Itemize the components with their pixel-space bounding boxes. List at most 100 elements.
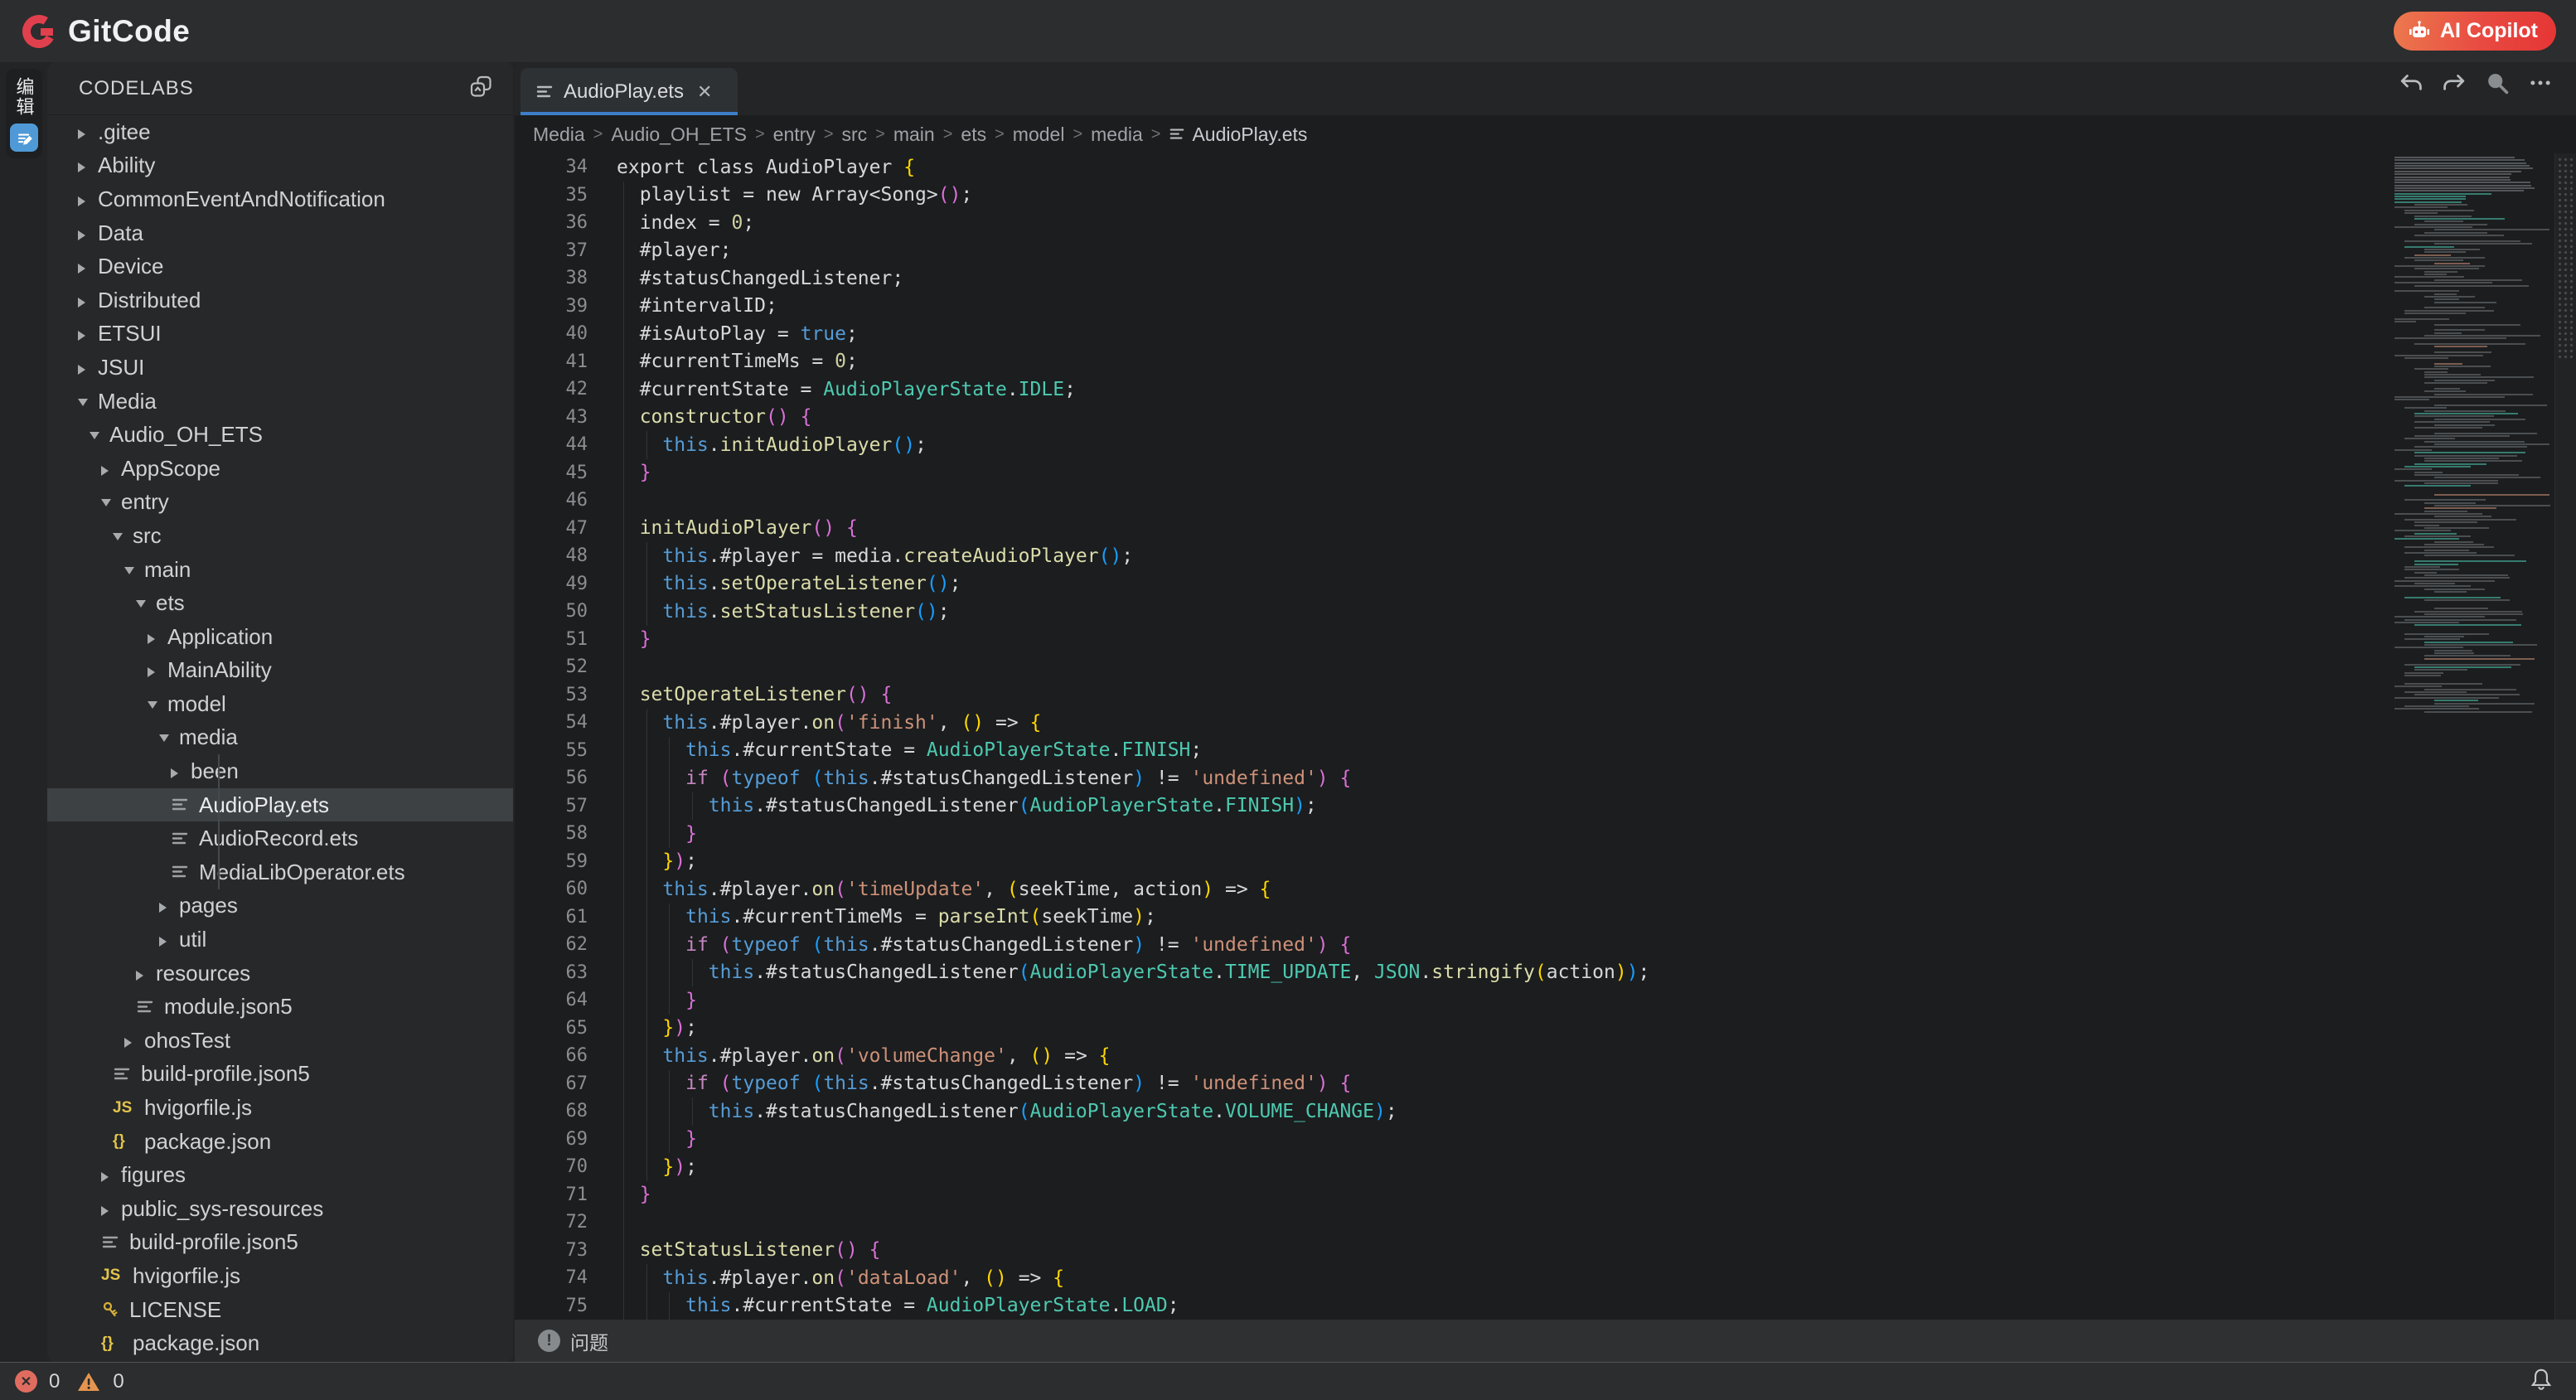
breadcrumb-item[interactable]: main	[893, 124, 935, 146]
tree-folder-src[interactable]: src	[47, 519, 513, 553]
chevron-collapsed-icon[interactable]	[78, 355, 98, 380]
code-line-47[interactable]: 47initAudioPlayer() {	[515, 515, 2576, 543]
code-line-46[interactable]: 46	[515, 487, 2576, 515]
code-line-44[interactable]: 44this.initAudioPlayer();	[515, 431, 2576, 459]
code-line-40[interactable]: 40#isAutoPlay = true;	[515, 320, 2576, 348]
chevron-collapsed-icon[interactable]	[148, 624, 167, 650]
chevron-collapsed-icon[interactable]	[101, 1196, 121, 1222]
tree-folder-util[interactable]: util	[47, 923, 513, 957]
chevron-collapsed-icon[interactable]	[101, 1162, 121, 1188]
chevron-collapsed-icon[interactable]	[148, 657, 167, 683]
code-line-38[interactable]: 38#statusChangedListener;	[515, 264, 2576, 293]
chevron-collapsed-icon[interactable]	[171, 758, 191, 784]
tree-folder-Ability[interactable]: Ability	[47, 149, 513, 183]
code-line-54[interactable]: 54this.#player.on('finish', () => {	[515, 709, 2576, 737]
code-line-69[interactable]: 69}	[515, 1126, 2576, 1154]
redo-button[interactable]	[2440, 69, 2468, 97]
tree-folder-ets[interactable]: ets	[47, 586, 513, 620]
chevron-expanded-icon[interactable]	[113, 523, 133, 549]
tree-folder-ETSUI[interactable]: ETSUI	[47, 317, 513, 351]
minimap[interactable]	[2388, 157, 2554, 1320]
tree-file-MediaLibOperator.ets[interactable]: MediaLibOperator.ets	[47, 855, 513, 889]
chevron-expanded-icon[interactable]	[78, 389, 98, 414]
code-line-68[interactable]: 68this.#statusChangedListener(AudioPlaye…	[515, 1097, 2576, 1126]
code-line-70[interactable]: 70});	[515, 1153, 2576, 1181]
breadcrumb-item[interactable]: ets	[961, 124, 986, 146]
problems-panel-tab[interactable]: ! 问题	[515, 1320, 2576, 1362]
tree-folder-AppScope[interactable]: AppScope	[47, 452, 513, 486]
code-line-59[interactable]: 59});	[515, 848, 2576, 876]
code-line-61[interactable]: 61this.#currentTimeMs = parseInt(seekTim…	[515, 903, 2576, 932]
code-line-42[interactable]: 42#currentState = AudioPlayerState.IDLE;	[515, 375, 2576, 404]
breadcrumb-item[interactable]: Audio_OH_ETS	[611, 124, 747, 146]
tree-folder-pages[interactable]: pages	[47, 889, 513, 923]
code-line-41[interactable]: 41#currentTimeMs = 0;	[515, 348, 2576, 376]
chevron-expanded-icon[interactable]	[90, 422, 109, 448]
chevron-collapsed-icon[interactable]	[78, 288, 98, 313]
tree-file-LICENSE[interactable]: LICENSE	[47, 1293, 513, 1327]
code-line-48[interactable]: 48this.#player = media.createAudioPlayer…	[515, 542, 2576, 570]
chevron-expanded-icon[interactable]	[101, 489, 121, 515]
tree-folder-resources[interactable]: resources	[47, 957, 513, 991]
chevron-collapsed-icon[interactable]	[124, 1028, 144, 1054]
chevron-collapsed-icon[interactable]	[159, 893, 179, 918]
tree-folder-Media[interactable]: Media	[47, 385, 513, 419]
ai-copilot-button[interactable]: AI Copilot	[2394, 12, 2556, 51]
tree-folder-been[interactable]: been	[47, 754, 513, 788]
chevron-expanded-icon[interactable]	[159, 724, 179, 750]
tree-folder-CommonEventAndNotification[interactable]: CommonEventAndNotification	[47, 182, 513, 216]
more-actions-icon[interactable]	[2526, 69, 2554, 97]
code-line-43[interactable]: 43constructor() {	[515, 404, 2576, 432]
tree-folder-Device[interactable]: Device	[47, 249, 513, 283]
code-line-52[interactable]: 52	[515, 653, 2576, 681]
code-editor[interactable]: 34export class AudioPlayer {35playlist =…	[515, 153, 2576, 1320]
tree-folder-media[interactable]: media	[47, 721, 513, 755]
code-line-71[interactable]: 71}	[515, 1181, 2576, 1209]
breadcrumb-file[interactable]: AudioPlay.ets	[1169, 124, 1307, 146]
tree-file-package.json[interactable]: {}package.json	[47, 1326, 513, 1360]
code-line-35[interactable]: 35playlist = new Array<Song>();	[515, 182, 2576, 210]
search-icon[interactable]	[2483, 69, 2511, 97]
chevron-collapsed-icon[interactable]	[78, 187, 98, 212]
tree-folder-public_sys-resources[interactable]: public_sys-resources	[47, 1192, 513, 1226]
tree-folder-Distributed[interactable]: Distributed	[47, 283, 513, 317]
activity-edit-tab[interactable]: 编辑	[6, 69, 42, 158]
tree-folder-Audio_OH_ETS[interactable]: Audio_OH_ETS	[47, 418, 513, 452]
code-line-51[interactable]: 51}	[515, 626, 2576, 654]
code-line-75[interactable]: 75this.#currentState = AudioPlayerState.…	[515, 1292, 2576, 1320]
chevron-collapsed-icon[interactable]	[159, 927, 179, 952]
tree-file-module.json5[interactable]: module.json5	[47, 990, 513, 1024]
undo-button[interactable]	[2397, 69, 2425, 97]
code-line-62[interactable]: 62if (typeof (this.#statusChangedListene…	[515, 931, 2576, 959]
code-line-73[interactable]: 73setStatusListener() {	[515, 1237, 2576, 1265]
code-line-60[interactable]: 60this.#player.on('timeUpdate', (seekTim…	[515, 875, 2576, 903]
code-line-53[interactable]: 53setOperateListener() {	[515, 681, 2576, 710]
breadcrumb-item[interactable]: entry	[773, 124, 816, 146]
code-line-67[interactable]: 67if (typeof (this.#statusChangedListene…	[515, 1070, 2576, 1098]
edit-pencil-icon[interactable]	[10, 124, 38, 152]
scrollbar-thumb[interactable]	[2557, 157, 2574, 360]
tree-folder-JSUI[interactable]: JSUI	[47, 351, 513, 385]
tree-file-hvigorfile.js[interactable]: JShvigorfile.js	[47, 1091, 513, 1125]
code-line-56[interactable]: 56if (typeof (this.#statusChangedListene…	[515, 764, 2576, 792]
tree-folder-main[interactable]: main	[47, 553, 513, 587]
tree-folder-Application[interactable]: Application	[47, 620, 513, 654]
code-line-66[interactable]: 66this.#player.on('volumeChange', () => …	[515, 1042, 2576, 1070]
tree-folder-model[interactable]: model	[47, 687, 513, 721]
code-line-55[interactable]: 55this.#currentState = AudioPlayerState.…	[515, 737, 2576, 765]
breadcrumb-item[interactable]: src	[842, 124, 868, 146]
code-line-74[interactable]: 74this.#player.on('dataLoad', () => {	[515, 1264, 2576, 1292]
code-line-45[interactable]: 45}	[515, 459, 2576, 487]
breadcrumb-item[interactable]: media	[1091, 124, 1143, 146]
code-line-34[interactable]: 34export class AudioPlayer {	[515, 153, 2576, 182]
chevron-collapsed-icon[interactable]	[78, 321, 98, 346]
code-line-49[interactable]: 49this.setOperateListener();	[515, 570, 2576, 598]
tree-file-build-profile.json5[interactable]: build-profile.json5	[47, 1058, 513, 1092]
tree-folder-.gitee[interactable]: .gitee	[47, 115, 513, 149]
code-line-72[interactable]: 72	[515, 1209, 2576, 1237]
code-line-58[interactable]: 58}	[515, 820, 2576, 848]
code-line-64[interactable]: 64}	[515, 986, 2576, 1015]
tree-folder-entry[interactable]: entry	[47, 486, 513, 520]
chevron-expanded-icon[interactable]	[124, 557, 144, 583]
tree-folder-ohosTest[interactable]: ohosTest	[47, 1024, 513, 1058]
